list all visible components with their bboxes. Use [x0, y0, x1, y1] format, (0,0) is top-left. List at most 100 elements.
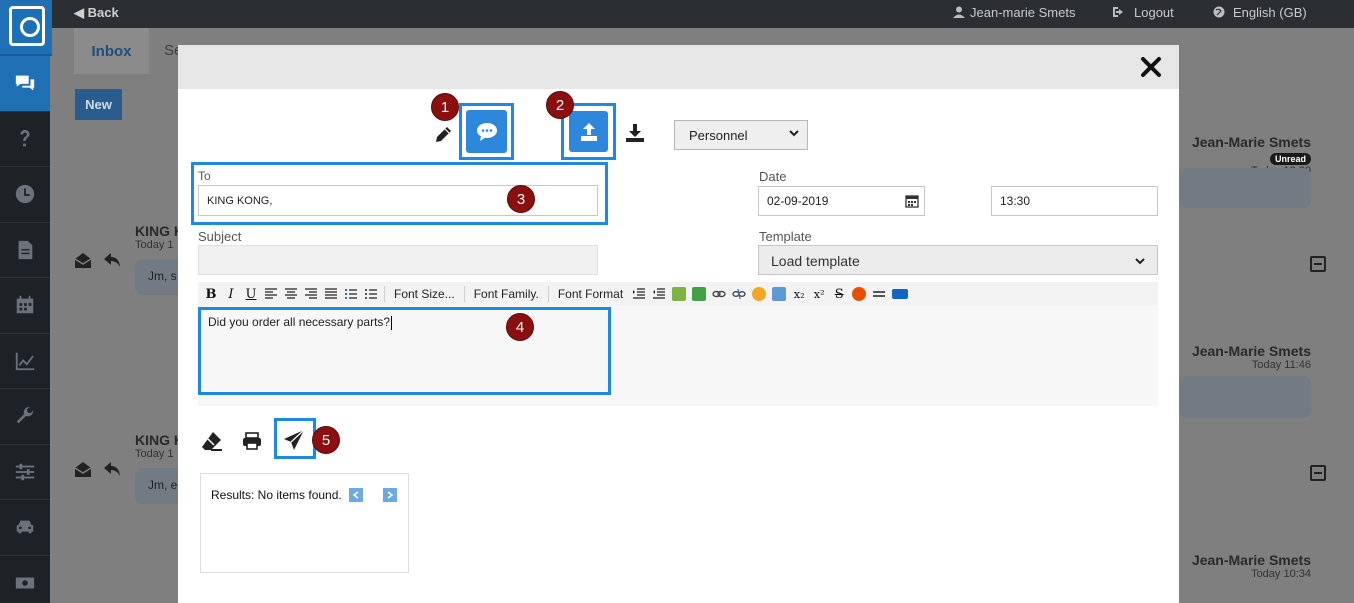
message-bubble [1179, 168, 1311, 208]
send-button[interactable] [283, 429, 305, 451]
upload-button[interactable] [569, 111, 608, 152]
message-date: Today 1 [135, 239, 174, 251]
print-icon[interactable] [242, 432, 262, 450]
unlink-icon[interactable] [732, 288, 746, 300]
source-view-icon[interactable] [892, 289, 909, 299]
envelope-open-icon[interactable] [74, 253, 92, 273]
color-picker-icon[interactable] [752, 287, 767, 301]
align-center-icon[interactable] [284, 288, 298, 300]
underline-button[interactable]: U [244, 287, 258, 302]
sidebar-item-documents[interactable] [0, 223, 50, 278]
sidebar-item-settings[interactable] [0, 445, 50, 500]
sliders-icon [15, 463, 35, 480]
wrench-icon [16, 407, 34, 424]
indent-icon[interactable] [652, 288, 666, 300]
user-icon [953, 6, 965, 18]
time-field[interactable]: 13:30 [991, 186, 1158, 216]
align-left-icon[interactable] [264, 288, 278, 300]
sidebar-item-finance[interactable] [0, 556, 50, 603]
editor-toolbar: B I U Font Size... Font Family. Font For… [198, 282, 1158, 306]
message-bubble [1179, 376, 1311, 418]
chevron-right-icon [387, 491, 394, 499]
tab-inbox[interactable]: Inbox [74, 28, 149, 74]
back-link[interactable]: ◀ Back [74, 5, 119, 21]
results-panel: Results: No items found. [200, 473, 409, 573]
reply-icon[interactable] [104, 253, 121, 273]
ordered-list-icon[interactable] [344, 288, 358, 300]
toolbar-divider [384, 286, 385, 302]
list-item[interactable]: Jean-Marie Smets Today 10:34 [1179, 552, 1311, 580]
italic-button[interactable]: I [224, 287, 238, 302]
template-select[interactable]: Load template [758, 245, 1158, 275]
subscript-button[interactable]: x₂ [792, 288, 806, 301]
next-page-button[interactable] [383, 488, 397, 502]
chat-icon [15, 75, 35, 91]
department-select-value: Personnel [689, 128, 748, 143]
sidebar-item-vehicles[interactable] [0, 500, 50, 556]
to-field[interactable]: KING KONG, [198, 185, 598, 216]
font-format-dropdown[interactable]: Font Format [555, 287, 626, 301]
annotation-badge-5: 5 [312, 426, 340, 454]
message-date: Today 11:46 [1251, 359, 1311, 371]
outdent-icon[interactable] [632, 288, 646, 300]
align-right-icon[interactable] [304, 288, 318, 300]
link-icon[interactable] [712, 288, 726, 300]
collapse-icon[interactable] [1310, 256, 1326, 272]
reply-icon[interactable] [104, 462, 121, 482]
sidebar-item-history[interactable] [0, 167, 50, 223]
user-menu[interactable]: Jean-marie Smets [953, 5, 1075, 20]
sidebar-item-calendar[interactable] [0, 278, 50, 334]
download-icon[interactable] [625, 123, 645, 143]
sidebar-item-reports[interactable] [0, 334, 50, 389]
pencil-icon[interactable] [433, 125, 453, 145]
question-icon [20, 129, 30, 147]
strikethrough-button[interactable]: S [832, 287, 846, 302]
bold-button[interactable]: B [204, 287, 218, 302]
sidebar-item-help[interactable] [0, 112, 50, 167]
message-preview: Jm, s [148, 269, 177, 283]
list-item[interactable]: KING K Today 1 [135, 432, 184, 460]
font-size-dropdown[interactable]: Font Size... [391, 287, 458, 301]
superscript-button[interactable]: x² [812, 288, 826, 301]
unread-badge: Unread [1269, 152, 1311, 165]
insert-text-icon[interactable] [672, 287, 687, 301]
logout-link[interactable]: Logout [1112, 5, 1174, 20]
align-justify-icon[interactable] [324, 288, 338, 300]
envelope-open-icon[interactable] [74, 462, 92, 482]
insert-image-icon[interactable] [692, 287, 707, 301]
prev-page-button[interactable] [349, 488, 363, 502]
template-select-value: Load template [771, 253, 860, 269]
sidebar-item-tools[interactable] [0, 389, 50, 445]
sidebar-item-messages[interactable] [0, 56, 50, 112]
list-item[interactable]: KING K Today 1 [135, 223, 184, 251]
calendar-icon[interactable] [905, 194, 919, 208]
list-item[interactable]: Jean-Marie Smets Today 11:46 [1179, 343, 1311, 371]
subject-field[interactable] [198, 245, 598, 275]
document-icon [18, 240, 33, 259]
globe-icon [1213, 6, 1225, 18]
sender-name: KING K [135, 432, 184, 448]
compose-modal: 1 2 Personnel To KING KONG, 3 Date 02-09… [178, 45, 1179, 603]
results-text: Results: No items found. [211, 488, 342, 502]
message-type-button[interactable] [466, 110, 507, 153]
message-date: Today 10:34 [1251, 568, 1311, 580]
font-family-dropdown[interactable]: Font Family. [471, 287, 542, 301]
new-message-button[interactable]: New [75, 89, 122, 120]
app-logo[interactable] [0, 0, 52, 56]
horizontal-rule-icon[interactable] [872, 288, 886, 300]
chevron-down-icon [789, 130, 799, 137]
department-select[interactable]: Personnel [674, 120, 808, 150]
clock-icon [15, 185, 35, 204]
sender-name: KING K [135, 223, 184, 239]
remove-format-icon[interactable] [852, 287, 867, 301]
eraser-icon[interactable] [201, 431, 223, 451]
sender-name: Jean-Marie Smets [1191, 343, 1311, 359]
unordered-list-icon[interactable] [364, 288, 378, 300]
to-label: To [198, 169, 211, 183]
close-icon[interactable] [1138, 54, 1164, 80]
language-menu[interactable]: English (GB) [1213, 5, 1307, 20]
collapse-icon[interactable] [1310, 465, 1326, 481]
date-field[interactable]: 02-09-2019 [758, 186, 925, 216]
edit-html-icon[interactable] [772, 287, 787, 301]
message-date: Today 1 [135, 448, 174, 460]
